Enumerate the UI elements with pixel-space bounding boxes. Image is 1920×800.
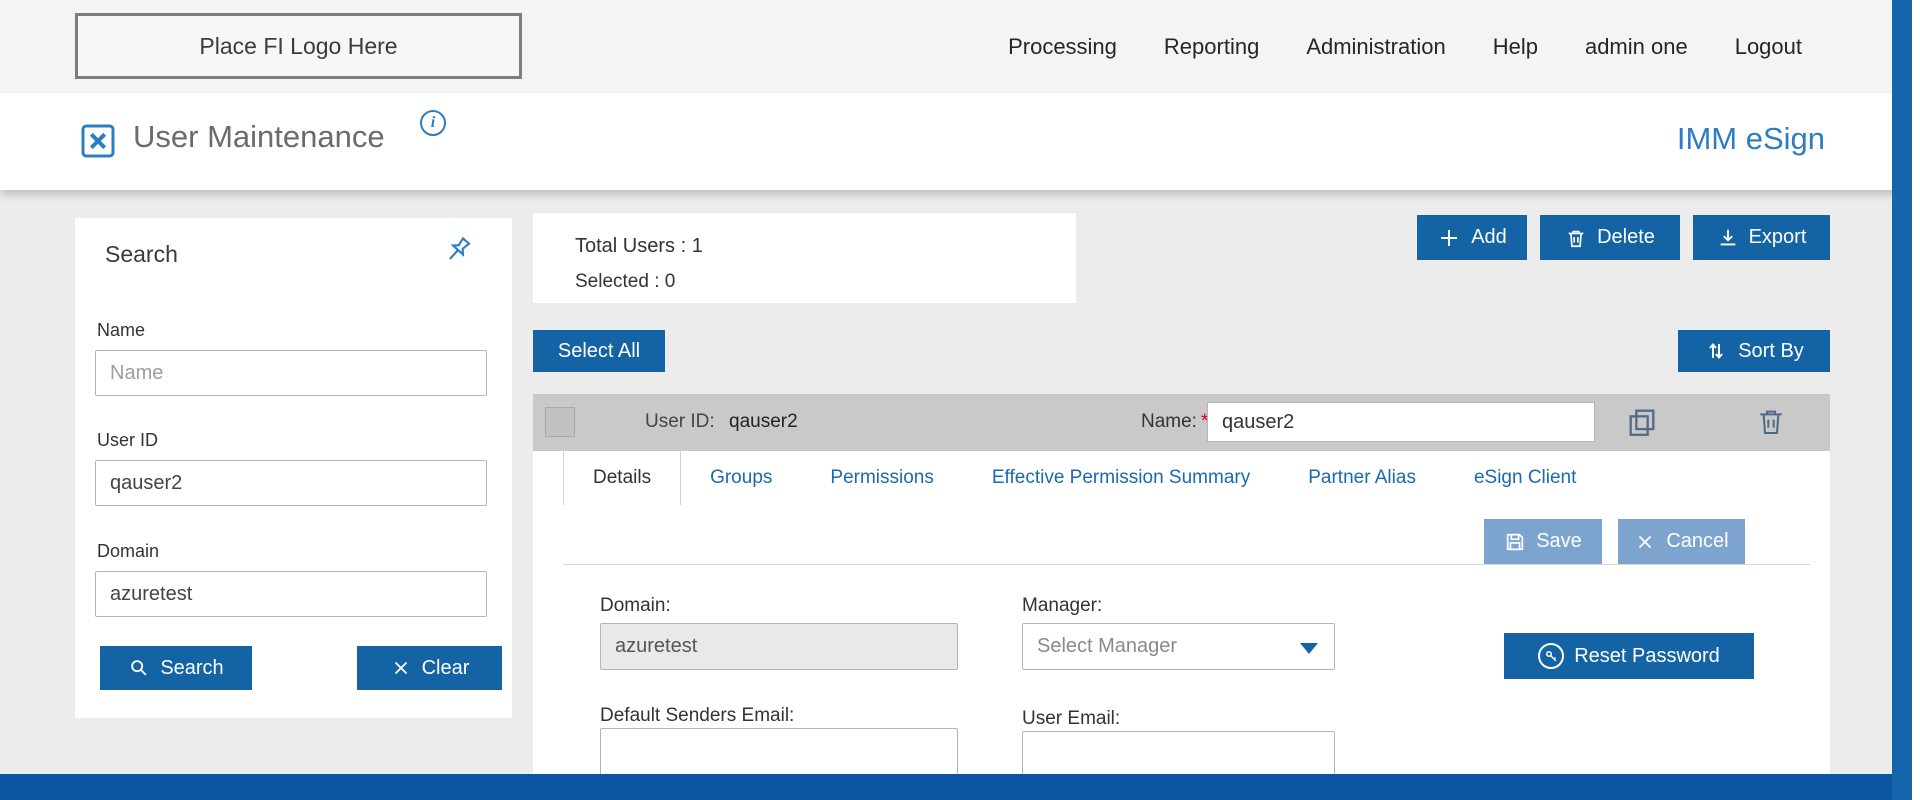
user-email-input[interactable]: [1022, 731, 1335, 775]
row-trash-icon[interactable]: [1755, 405, 1789, 439]
nav-administration[interactable]: Administration: [1306, 34, 1445, 60]
plus-icon: [1437, 226, 1461, 250]
user-id-label: User ID: [97, 430, 158, 451]
detail-tabs: Details Groups Permissions Effective Per…: [563, 451, 1605, 505]
select-all-button[interactable]: Select All: [533, 330, 665, 372]
name-input[interactable]: [95, 350, 487, 396]
top-nav: Processing Reporting Administration Help…: [1008, 0, 1802, 93]
copy-icon[interactable]: [1625, 405, 1659, 439]
tab-details[interactable]: Details: [563, 451, 681, 505]
manager-label: Manager:: [1022, 595, 1102, 617]
domain-label: Domain: [97, 541, 159, 562]
fi-logo-text: Place FI Logo Here: [199, 33, 397, 60]
user-detail-panel: Details Groups Permissions Effective Per…: [533, 451, 1830, 775]
pin-icon[interactable]: [442, 234, 474, 266]
right-gutter: [1892, 0, 1920, 800]
total-users-text: Total Users : 1: [575, 235, 703, 258]
form-domain-input: [600, 623, 958, 670]
page-title: User Maintenance: [133, 119, 385, 155]
tab-permissions[interactable]: Permissions: [801, 451, 962, 505]
user-id-input[interactable]: [95, 460, 487, 506]
tab-esign-client[interactable]: eSign Client: [1445, 451, 1605, 505]
key-icon: [1538, 643, 1564, 669]
cancel-button[interactable]: Cancel: [1618, 519, 1745, 564]
row-user-id-value: qauser2: [729, 411, 798, 433]
row-name-input[interactable]: [1207, 402, 1595, 442]
row-name-label: Name:*: [1141, 411, 1208, 433]
search-panel: Search Name User ID Domain Search: [75, 218, 512, 718]
user-row: User ID: qauser2 Name:*: [533, 394, 1830, 451]
name-label: Name: [97, 320, 145, 341]
nav-admin-user[interactable]: admin one: [1585, 34, 1688, 60]
fi-logo-placeholder: Place FI Logo Here: [75, 13, 522, 79]
default-senders-email-input[interactable]: [600, 728, 958, 775]
form-actions: Save Cancel: [1484, 519, 1745, 564]
info-icon[interactable]: i: [420, 110, 446, 136]
page-header: User Maintenance i IMM eSign: [0, 93, 1920, 190]
reset-password-button[interactable]: Reset Password: [1504, 633, 1754, 679]
sort-icon: [1704, 339, 1728, 363]
trash-icon: [1565, 227, 1587, 249]
divider: [563, 564, 1810, 565]
brand-text: IMM eSign: [1677, 121, 1825, 157]
page: Place FI Logo Here Processing Reporting …: [0, 0, 1920, 800]
search-icon: [128, 657, 150, 679]
export-button[interactable]: Export: [1693, 215, 1830, 260]
top-bar: Place FI Logo Here Processing Reporting …: [0, 0, 1920, 93]
nav-help[interactable]: Help: [1493, 34, 1538, 60]
esign-app-icon: [78, 121, 118, 161]
row-user-id-label: User ID:: [645, 411, 715, 433]
nav-reporting[interactable]: Reporting: [1164, 34, 1259, 60]
tab-groups[interactable]: Groups: [681, 451, 801, 505]
manager-select[interactable]: Select Manager: [1022, 623, 1335, 670]
save-button[interactable]: Save: [1484, 519, 1602, 564]
user-email-label: User Email:: [1022, 708, 1120, 730]
search-panel-title: Search: [105, 241, 178, 268]
close-icon: [390, 657, 412, 679]
summary-box: Total Users : 1 Selected : 0: [533, 213, 1076, 303]
sort-by-button[interactable]: Sort By: [1678, 330, 1830, 372]
delete-button[interactable]: Delete: [1540, 215, 1680, 260]
default-senders-email-label: Default Senders Email:: [600, 705, 794, 727]
tab-effective-permission-summary[interactable]: Effective Permission Summary: [963, 451, 1279, 505]
clear-button[interactable]: Clear: [357, 646, 502, 690]
cancel-x-icon: [1634, 531, 1656, 553]
add-button[interactable]: Add: [1417, 215, 1527, 260]
form-domain-label: Domain:: [600, 595, 671, 617]
domain-input[interactable]: [95, 571, 487, 617]
selected-count-text: Selected : 0: [575, 271, 675, 293]
toolbar-actions: Add Delete Export: [1417, 215, 1830, 260]
tab-partner-alias[interactable]: Partner Alias: [1279, 451, 1445, 505]
nav-processing[interactable]: Processing: [1008, 34, 1117, 60]
search-button[interactable]: Search: [100, 646, 252, 690]
scrollbar[interactable]: [1892, 0, 1912, 800]
download-icon: [1717, 227, 1739, 249]
chevron-down-icon: [1300, 643, 1318, 654]
nav-logout[interactable]: Logout: [1735, 34, 1802, 60]
footer-bar: [0, 774, 1920, 800]
user-row-checkbox[interactable]: [545, 407, 575, 437]
save-icon: [1504, 531, 1526, 553]
